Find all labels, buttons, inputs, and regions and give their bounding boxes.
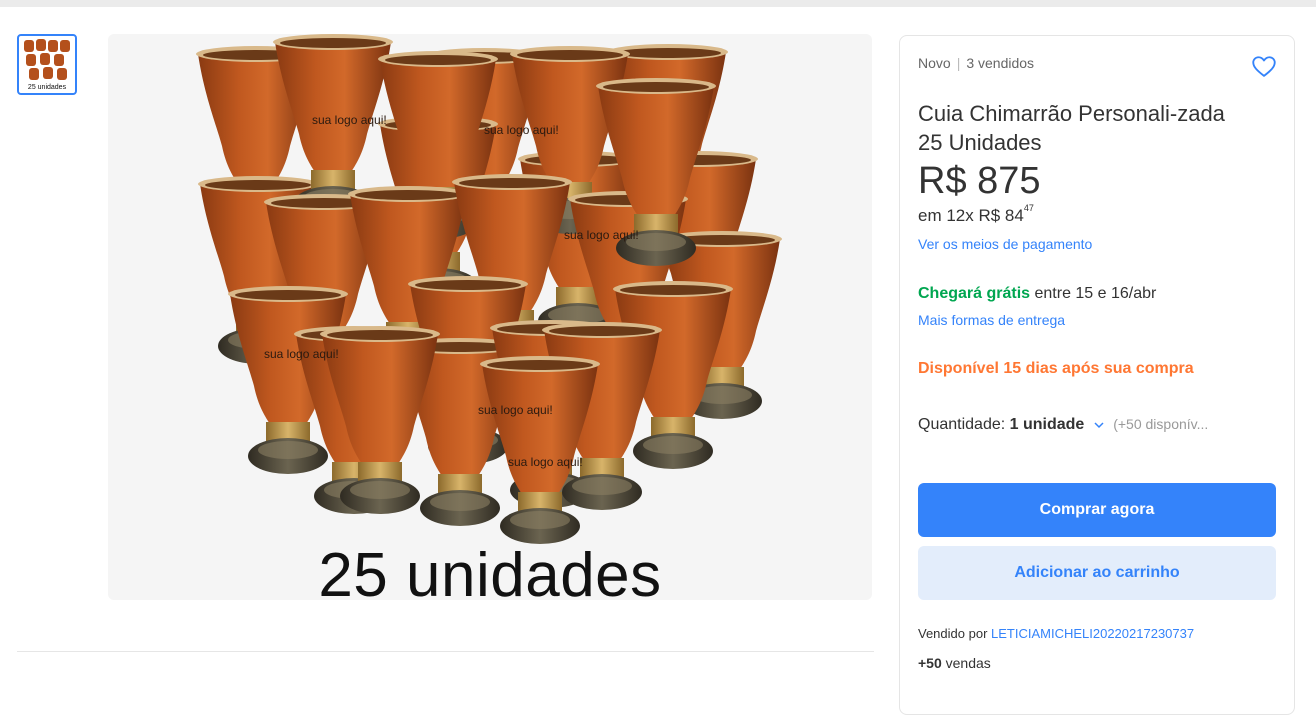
quantity-selector[interactable]: Quantidade: 1 unidade (+50 disponív... bbox=[918, 416, 1208, 434]
seller-sales: +50 vendas bbox=[918, 655, 991, 671]
installments-amount: em 12x R$ 84 bbox=[918, 206, 1024, 225]
gallery-thumbnail[interactable]: 25 unidades bbox=[17, 34, 77, 95]
availability-notice: Disponível 15 dias após sua compra bbox=[918, 360, 1194, 377]
condition-and-sales: Novo | 3 vendidos bbox=[918, 55, 1034, 71]
seller-info: Vendido por LETICIAMICHELI20220217230737 bbox=[918, 626, 1194, 641]
product-price: R$ 875 bbox=[918, 160, 1041, 202]
free-shipping-label: Chegará grátis bbox=[918, 285, 1031, 302]
condition-label: Novo bbox=[918, 55, 951, 71]
sold-count: 3 vendidos bbox=[966, 55, 1035, 71]
svg-text:sua logo aqui!: sua logo aqui! bbox=[484, 123, 559, 137]
shipping-dates: entre 15 e 16/abr bbox=[1030, 285, 1157, 302]
thumbnail-image bbox=[24, 39, 70, 80]
chevron-down-icon bbox=[1094, 422, 1104, 428]
seller-name-link[interactable]: LETICIAMICHELI20220217230737 bbox=[991, 626, 1194, 641]
payment-methods-link[interactable]: Ver os meios de pagamento bbox=[918, 236, 1092, 252]
quantity-label: Quantidade: bbox=[918, 416, 1010, 433]
more-shipping-link[interactable]: Mais formas de entrega bbox=[918, 312, 1065, 328]
thumbnail-caption: 25 unidades bbox=[27, 84, 67, 91]
svg-text:sua logo aqui!: sua logo aqui! bbox=[564, 228, 639, 242]
top-bar bbox=[0, 0, 1316, 7]
product-title: Cuia Chimarrão Personali-zada 25 Unidade… bbox=[918, 100, 1225, 155]
stock-available: (+50 disponív... bbox=[1113, 416, 1209, 432]
heart-outline-icon[interactable] bbox=[1250, 52, 1278, 80]
product-info-panel: Novo | 3 vendidos Cuia Chimarrão Personali… bbox=[899, 35, 1295, 715]
seller-prefix: Vendido por bbox=[918, 626, 992, 641]
main-product-image[interactable]: sua logo aqui! sua logo aqui! sua logo a… bbox=[108, 34, 872, 600]
installments-cents: 47 bbox=[1023, 203, 1034, 214]
quantity-value: 1 unidade bbox=[1009, 416, 1085, 433]
buy-now-button[interactable]: Comprar agora bbox=[918, 483, 1276, 537]
add-to-cart-button[interactable]: Adicionar ao carrinho bbox=[918, 546, 1276, 600]
svg-text:sua logo aqui!: sua logo aqui! bbox=[264, 347, 339, 361]
seller-sales-suffix: vendas bbox=[941, 655, 991, 671]
installments: em 12x R$ 8447 bbox=[918, 203, 1034, 226]
shipping-info: Chegará grátis entre 15 e 16/abr bbox=[918, 285, 1156, 303]
condition-separator: | bbox=[956, 55, 961, 71]
svg-text:sua logo aqui!: sua logo aqui! bbox=[312, 113, 387, 127]
image-caption: 25 unidades bbox=[318, 541, 662, 600]
section-divider bbox=[17, 651, 874, 652]
cups-illustration: sua logo aqui! sua logo aqui! sua logo a… bbox=[196, 34, 782, 544]
svg-text:sua logo aqui!: sua logo aqui! bbox=[478, 403, 553, 417]
seller-sales-count: +50 bbox=[918, 655, 942, 671]
svg-text:sua logo aqui!: sua logo aqui! bbox=[508, 455, 583, 469]
